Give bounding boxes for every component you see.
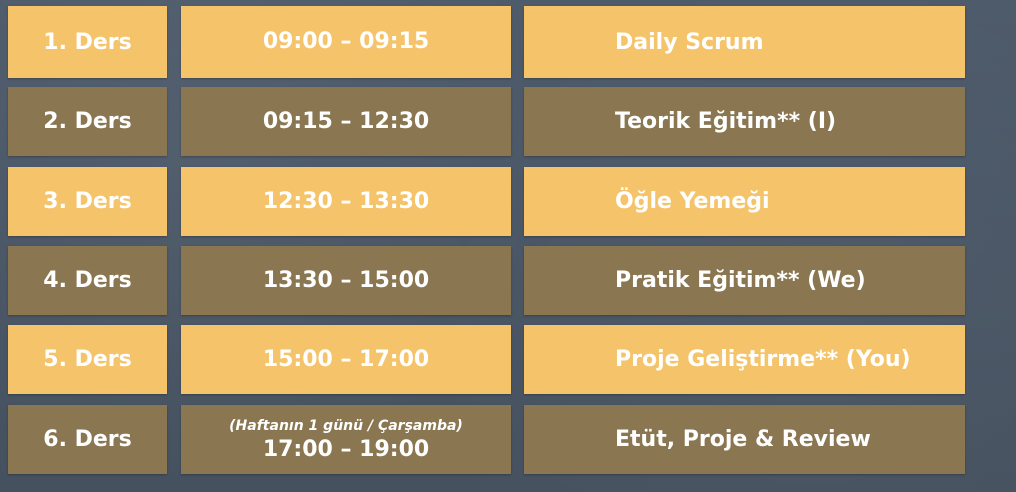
schedule-row-2: 2. Ders 09:15 – 12:30 Teorik Eğitim** (I… xyxy=(0,87,1016,156)
lesson-label: 2. Ders xyxy=(8,87,167,156)
activity-cell: Daily Scrum xyxy=(524,6,965,78)
schedule-row-5: 5. Ders 15:00 – 17:00 Proje Geliştirme**… xyxy=(0,325,1016,394)
time-range: 13:30 – 15:00 xyxy=(262,267,430,293)
activity-cell: Etüt, Proje & Review xyxy=(524,405,965,474)
time-range: 17:00 – 19:00 xyxy=(262,436,430,462)
time-cell: 12:30 – 13:30 xyxy=(181,167,511,236)
schedule-table: 1. Ders 09:00 – 09:15 Daily Scrum 2. Der… xyxy=(0,0,1016,492)
time-cell: 13:30 – 15:00 xyxy=(181,246,511,315)
time-note: (Haftanın 1 günü / Çarşamba) xyxy=(229,417,463,434)
time-cell: 09:00 – 09:15 xyxy=(181,6,511,78)
time-range: 09:15 – 12:30 xyxy=(262,108,430,134)
activity-cell: Pratik Eğitim** (We) xyxy=(524,246,965,315)
time-range: 12:30 – 13:30 xyxy=(262,188,430,214)
activity-cell: Öğle Yemeği xyxy=(524,167,965,236)
schedule-row-3: 3. Ders 12:30 – 13:30 Öğle Yemeği xyxy=(0,167,1016,236)
schedule-row-1: 1. Ders 09:00 – 09:15 Daily Scrum xyxy=(0,6,1016,78)
lesson-label: 5. Ders xyxy=(8,325,167,394)
schedule-row-4: 4. Ders 13:30 – 15:00 Pratik Eğitim** (W… xyxy=(0,246,1016,315)
time-cell: (Haftanın 1 günü / Çarşamba) 17:00 – 19:… xyxy=(181,405,511,474)
schedule-row-6: 6. Ders (Haftanın 1 günü / Çarşamba) 17:… xyxy=(0,405,1016,474)
activity-cell: Teorik Eğitim** (I) xyxy=(524,87,965,156)
time-range: 09:00 – 09:15 xyxy=(262,29,430,54)
lesson-label: 1. Ders xyxy=(8,6,167,78)
lesson-label: 6. Ders xyxy=(8,405,167,474)
time-cell: 09:15 – 12:30 xyxy=(181,87,511,156)
time-cell: 15:00 – 17:00 xyxy=(181,325,511,394)
activity-cell: Proje Geliştirme** (You) xyxy=(524,325,965,394)
lesson-label: 4. Ders xyxy=(8,246,167,315)
lesson-label: 3. Ders xyxy=(8,167,167,236)
time-range: 15:00 – 17:00 xyxy=(262,346,430,372)
